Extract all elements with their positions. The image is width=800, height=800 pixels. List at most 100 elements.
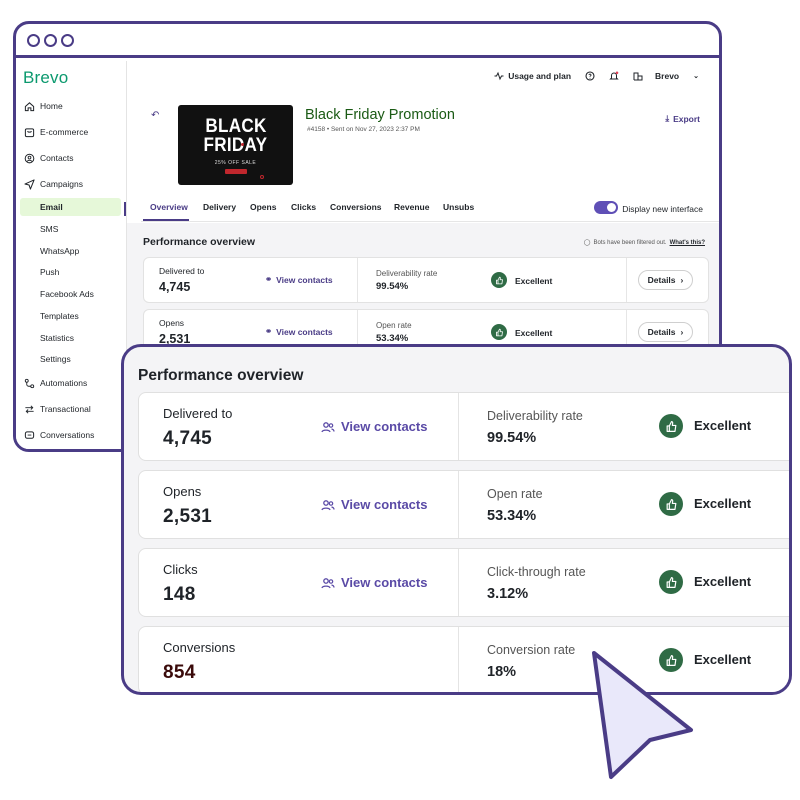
sidebar-subitem-statistics[interactable]: Statistics [20,329,121,347]
details-button[interactable]: Details › [638,270,693,290]
users-icon [321,421,335,432]
rate-value: 99.54% [376,281,409,292]
rate-label: Open rate [487,487,543,501]
back-arrow-icon[interactable]: ↶ [151,110,159,121]
metric-label: Delivered to [163,406,233,421]
window-minimize-dot[interactable] [44,34,57,47]
view-contacts-link[interactable]: View contacts [321,419,427,434]
transactional-icon [23,403,35,415]
decor-dot [241,143,244,146]
sidebar-item-label: Transactional [40,404,91,414]
usage-and-plan-link[interactable]: Usage and plan [494,71,571,81]
thumbnail-shop-button [224,168,247,174]
account-name: Brevo [655,71,680,81]
users-icon: ⚭ [265,274,273,284]
building-icon [633,72,643,81]
metric-value: 4,745 [163,428,213,449]
status-label: Excellent [694,652,752,667]
bots-note-text: Bots have been filtered out. [593,239,667,246]
home-icon [23,100,35,112]
chevron-right-icon: › [680,327,684,337]
chevron-down-icon: ⌄ [693,73,699,80]
sidebar-subitem-sms[interactable]: SMS [20,220,121,238]
tab-delivery[interactable]: Delivery [203,202,236,212]
activity-icon [494,71,504,81]
thumbs-up-icon [659,492,683,516]
send-icon [23,178,35,190]
sidebar-subitem-email[interactable]: Email [20,198,121,216]
users-icon [321,577,335,588]
tab-opens[interactable]: Opens [250,202,276,212]
divider [458,549,459,616]
sidebar-subitem-settings[interactable]: Settings [20,350,121,368]
shield-icon: ◯ [583,240,591,246]
rate-value: 53.34% [487,508,537,524]
new-interface-toggle[interactable] [594,201,618,214]
sidebar-item-contacts[interactable]: Contacts [23,149,74,167]
divider [458,471,459,538]
sidebar-item-ecommerce[interactable]: E-commerce [23,123,88,141]
tab-conversions[interactable]: Conversions [330,202,382,212]
view-contacts-link[interactable]: View contacts [321,497,427,512]
shop-icon [23,126,35,138]
divider [626,258,627,302]
view-contacts-link[interactable]: View contacts [321,575,427,590]
divider [458,627,459,692]
sidebar-subitem-templates[interactable]: Templates [20,307,121,325]
contacts-icon [23,152,35,164]
export-label: Export [673,113,700,124]
notifications-button[interactable] [609,71,619,81]
status-label: Excellent [515,328,553,338]
metric-label: Delivered to [159,266,205,276]
bell-icon [609,71,619,80]
sidebar-subitem-facebook-ads[interactable]: Facebook Ads [20,285,121,303]
export-button[interactable]: ⤓ Export [665,113,700,124]
active-nav-indicator [124,202,126,216]
sidebar-item-label: Home [40,101,63,111]
window-maximize-dot[interactable] [61,34,74,47]
tab-overview[interactable]: Overview [150,202,188,212]
window-close-dot[interactable] [27,34,40,47]
campaign-thumbnail[interactable]: BLACK FRIDAY 25% OFF SALE [178,105,293,185]
account-menu[interactable]: Brevo ⌄ [633,71,699,81]
chevron-right-icon: › [680,275,684,285]
sidebar-item-conversations[interactable]: Conversations [23,426,94,444]
automation-icon [23,377,35,389]
bots-note: ◯ Bots have been filtered out. What's th… [583,239,705,247]
sidebar-item-label: Contacts [40,153,74,163]
view-contacts-link[interactable]: ⚭ View contacts [265,274,333,285]
view-contacts-label: View contacts [276,326,333,337]
brand-logo[interactable]: Brevo [23,68,68,88]
rate-label: Deliverability rate [487,409,583,423]
users-icon [321,499,335,510]
performance-title: Performance overview [138,367,304,384]
rate-label: Click-through rate [487,565,586,579]
sidebar-subitem-whatsapp[interactable]: WhatsApp [20,242,121,260]
view-contacts-link[interactable]: ⚭ View contacts [265,326,333,337]
mouse-cursor-icon [592,651,693,779]
details-button[interactable]: Details › [638,322,693,342]
rate-label: Conversion rate [487,643,576,657]
rate-value: 3.12% [487,586,529,602]
tab-unsubs[interactable]: Unsubs [443,202,474,212]
status-label: Excellent [694,418,752,433]
usage-label: Usage and plan [508,71,572,81]
thumbnail-line1: BLACK [204,115,267,137]
tab-clicks[interactable]: Clicks [291,202,316,212]
help-button[interactable] [585,71,595,81]
metric-label: Clicks [163,562,198,577]
sidebar-subitem-push[interactable]: Push [20,263,121,281]
sidebar-item-campaigns[interactable]: Campaigns [23,175,83,193]
sidebar-item-home[interactable]: Home [23,97,63,115]
metric-value: 854 [163,662,196,683]
whats-this-link[interactable]: What's this? [670,240,705,246]
help-icon [585,71,595,81]
users-icon: ⚭ [265,326,273,336]
sidebar-item-transactional[interactable]: Transactional [23,400,91,418]
tab-revenue[interactable]: Revenue [394,202,429,212]
details-label: Details [647,327,676,337]
sidebar-item-automations[interactable]: Automations [23,374,87,392]
view-contacts-label: View contacts [341,575,428,590]
thumbs-up-icon [659,414,683,438]
window-titlebar [16,24,719,58]
